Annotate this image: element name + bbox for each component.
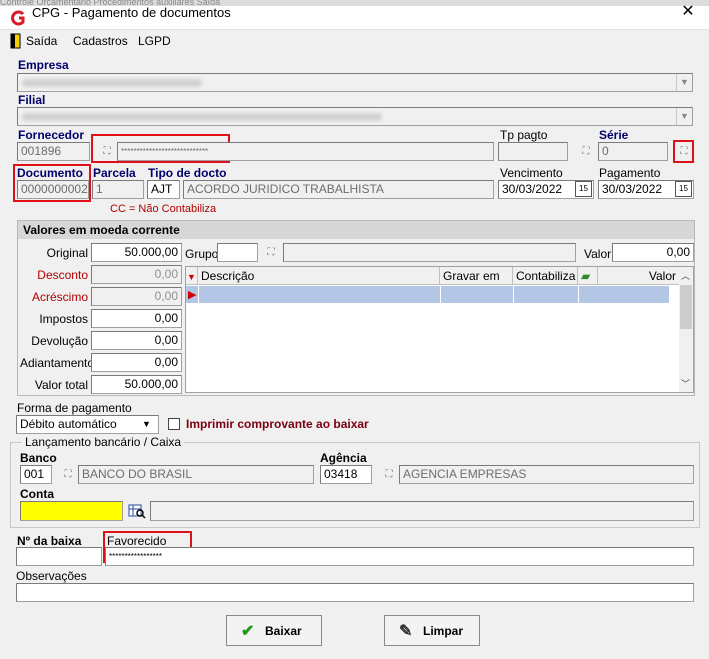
itens-grid[interactable]: ▼ Descrição Gravar em Contabiliza ▰ Valo… — [185, 266, 694, 393]
table-row[interactable]: ▶ — [186, 286, 669, 303]
chevron-down-icon[interactable]: ▼ — [142, 419, 151, 429]
grupo-description — [283, 243, 576, 262]
desconto-field[interactable]: 0,00 — [91, 265, 182, 284]
observacoes-field[interactable] — [16, 583, 694, 602]
cc-note: CC = Não Contabiliza — [110, 203, 217, 215]
search-grid-icon[interactable] — [128, 503, 146, 519]
adiantamento-label: Adiantamento — [20, 356, 95, 370]
serie-field[interactable]: 0 — [598, 142, 668, 161]
forma-pagamento-select[interactable]: Débito automático — [16, 415, 159, 434]
checkmark-icon: ✔ — [241, 623, 255, 640]
imprimir-checkbox[interactable] — [168, 418, 180, 430]
window-title: CPG - Pagamento de documentos — [32, 5, 231, 20]
binoculars-search-icon[interactable]: ⛶ — [60, 468, 76, 482]
sort-indicator-icon: ▼ — [186, 267, 198, 285]
valor-field[interactable]: 0,00 — [612, 243, 694, 262]
app-logo-icon — [10, 10, 26, 26]
col-gravar-em[interactable]: Gravar em — [440, 267, 513, 285]
grupo-label: Grupo — [185, 247, 219, 261]
tp-pagto-field[interactable] — [498, 142, 568, 161]
favorecido-field[interactable]: ***************** — [105, 547, 694, 566]
lancamento-title: Lançamento bancário / Caixa — [22, 435, 185, 449]
eraser-broom-icon: ✎ — [399, 623, 413, 640]
fornecedor-name-field: **************************** — [117, 142, 494, 161]
adiantamento-field[interactable]: 0,00 — [91, 353, 182, 372]
row-pointer-icon: ▶ — [188, 289, 197, 301]
acrescimo-label: Acréscimo — [31, 290, 88, 304]
devolucao-field[interactable]: 0,00 — [91, 331, 182, 350]
baixar-button[interactable]: ✔ Baixar — [226, 615, 322, 646]
close-icon[interactable]: ✕ — [676, 2, 700, 22]
serie-label: Série — [599, 128, 629, 142]
valor-total-field: 50.000,00 — [91, 375, 182, 394]
documento-field[interactable]: 0000000002 — [17, 180, 89, 199]
conta-label: Conta — [20, 487, 54, 501]
parcela-label: Parcela — [93, 166, 136, 180]
menu-lgpd[interactable]: LGPD — [138, 34, 171, 48]
agencia-code-field[interactable]: 03418 — [320, 465, 372, 484]
tipo-docto-code-field[interactable]: AJT — [147, 180, 180, 199]
col-valor[interactable]: Valor — [598, 267, 679, 285]
limpar-button-label: Limpar — [423, 624, 464, 638]
documento-label: Documento — [17, 166, 83, 180]
empresa-label: Empresa — [18, 58, 69, 72]
money-icon: ▰ — [578, 267, 598, 285]
scroll-thumb[interactable] — [680, 285, 692, 329]
col-descricao[interactable]: Descrição — [198, 267, 440, 285]
devolucao-label: Devolução — [31, 334, 88, 348]
banco-code-field[interactable]: 001 — [20, 465, 52, 484]
binoculars-search-icon[interactable]: ⛶ — [381, 468, 397, 482]
parcela-field[interactable]: 1 — [92, 180, 144, 199]
menu-saida[interactable]: Saída — [26, 34, 57, 48]
forma-pagamento-label: Forma de pagamento — [17, 401, 132, 415]
empresa-select[interactable] — [17, 73, 693, 92]
calendar-icon[interactable]: 15 — [675, 181, 692, 197]
grid-header: ▼ Descrição Gravar em Contabiliza ▰ Valo… — [186, 267, 679, 285]
agencia-name-field: AGENCIA EMPRESAS — [399, 465, 694, 484]
conta-field[interactable] — [20, 501, 123, 521]
exit-door-icon — [10, 33, 22, 49]
filial-label: Filial — [18, 93, 46, 107]
chevron-up-icon[interactable]: ︿ — [681, 269, 690, 282]
original-label: Original — [46, 246, 88, 260]
original-field[interactable]: 50.000,00 — [91, 243, 182, 262]
acrescimo-field[interactable]: 0,00 — [91, 287, 182, 306]
valor-total-label: Valor total — [34, 378, 88, 392]
impostos-field[interactable]: 0,00 — [91, 309, 182, 328]
desconto-label: Desconto — [37, 268, 88, 282]
banco-label: Banco — [20, 451, 57, 465]
nro-baixa-field[interactable] — [16, 547, 102, 566]
fornecedor-label: Fornecedor — [18, 128, 85, 142]
impostos-label: Impostos — [39, 312, 88, 326]
nro-baixa-label: Nº da baixa — [17, 534, 82, 548]
tp-pagto-label: Tp pagto — [500, 128, 548, 142]
calendar-icon[interactable]: 15 — [575, 181, 592, 197]
binoculars-search-icon[interactable]: ⛶ — [676, 145, 692, 159]
baixar-button-label: Baixar — [265, 624, 302, 638]
limpar-button[interactable]: ✎ Limpar — [384, 615, 480, 646]
pagamento-label: Pagamento — [599, 166, 661, 180]
agencia-label: Agência — [320, 451, 367, 465]
tipo-docto-description: ACORDO JURIDICO TRABALHISTA — [183, 180, 494, 199]
vencimento-label: Vencimento — [500, 166, 563, 180]
binoculars-search-icon[interactable]: ⛶ — [578, 145, 594, 159]
col-contabiliza[interactable]: Contabiliza — [513, 267, 578, 285]
grid-scrollbar[interactable]: ︿ ﹀ — [679, 267, 693, 392]
filial-select[interactable] — [17, 107, 693, 126]
valores-panel-title: Valores em moeda corrente — [18, 221, 694, 239]
chevron-down-icon[interactable]: ▼ — [676, 108, 692, 125]
favorecido-label: Favorecido — [107, 534, 167, 548]
grupo-field[interactable] — [217, 243, 258, 262]
tipo-docto-label: Tipo de docto — [148, 166, 227, 180]
chevron-down-icon[interactable]: ﹀ — [681, 377, 690, 390]
banco-name-field: BANCO DO BRASIL — [78, 465, 314, 484]
imprimir-label: Imprimir comprovante ao baixar — [186, 417, 369, 431]
valor-label: Valor — [584, 247, 612, 261]
binoculars-search-icon[interactable]: ⛶ — [263, 246, 279, 260]
conta-description — [150, 501, 694, 521]
fornecedor-code-field[interactable]: 001896 — [17, 142, 90, 161]
chevron-down-icon[interactable]: ▼ — [676, 74, 692, 91]
observacoes-label: Observações — [16, 569, 87, 583]
menu-cadastros[interactable]: Cadastros — [73, 34, 128, 48]
